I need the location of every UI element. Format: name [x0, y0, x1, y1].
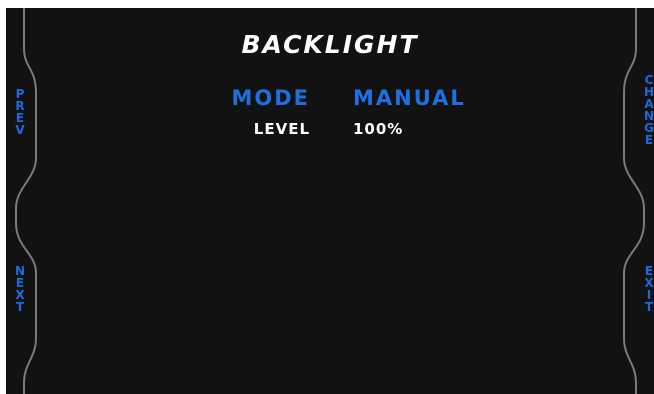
soft-key-letter: V: [15, 123, 25, 137]
mode-label: MODE: [231, 86, 310, 110]
level-label: LEVEL: [253, 120, 310, 138]
change-button[interactable]: CHANGE: [642, 74, 654, 146]
bezel-frame: [15, 8, 645, 394]
exit-button[interactable]: EXIT: [642, 265, 654, 313]
soft-key-letter: T: [15, 300, 25, 314]
soft-key-letter: T: [644, 300, 654, 314]
soft-key-letter: E: [644, 133, 654, 147]
page-title: BACKLIGHT: [241, 30, 419, 59]
next-button[interactable]: NEXT: [13, 265, 27, 313]
right-bezel-line: [623, 8, 645, 394]
level-value: 100%: [353, 120, 404, 138]
prev-button[interactable]: PREV: [13, 88, 27, 136]
mode-value: MANUAL: [353, 86, 466, 110]
left-bezel-line: [15, 8, 37, 394]
display-screen: BACKLIGHT MODE MANUAL LEVEL 100% PREV NE…: [6, 8, 654, 394]
